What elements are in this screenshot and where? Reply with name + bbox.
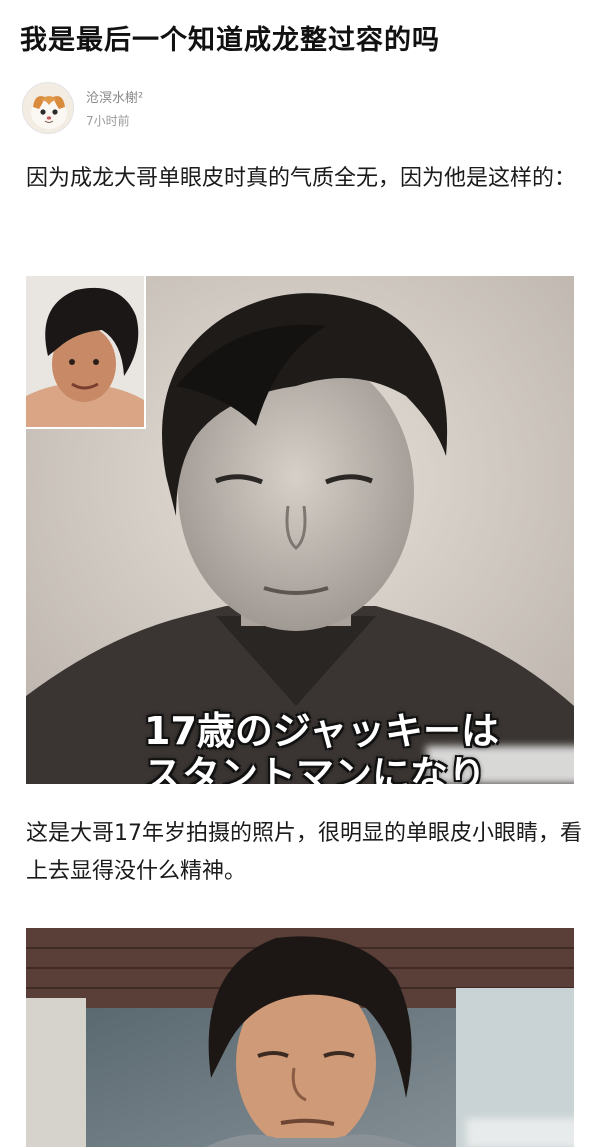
paragraph-1: 因为成龙大哥单眼皮时真的气质全无，因为他是这样的：	[26, 166, 577, 191]
inset-portrait-image	[26, 276, 146, 429]
author-row[interactable]: 沧溟水榭² 7小时前	[22, 80, 143, 136]
blurred-watermark-2	[466, 1118, 574, 1147]
post-time: 7小时前	[86, 114, 130, 128]
paragraph-2: 这是大哥17年岁拍摄的照片，很明显的单眼皮小眼睛，看上去显得没什么精神。	[26, 821, 582, 884]
young-portrait-image[interactable]: 17歳のジャッキーは スタントマンになり	[26, 276, 574, 784]
image-caption-line2: スタントマンになり	[144, 753, 487, 784]
author-name[interactable]: 沧溟水榭²	[86, 87, 143, 106]
cat-avatar-icon[interactable]	[22, 82, 74, 134]
second-portrait-image[interactable]	[26, 928, 574, 1147]
post-title: 我是最后一个知道成龙整过容的吗	[20, 25, 440, 56]
